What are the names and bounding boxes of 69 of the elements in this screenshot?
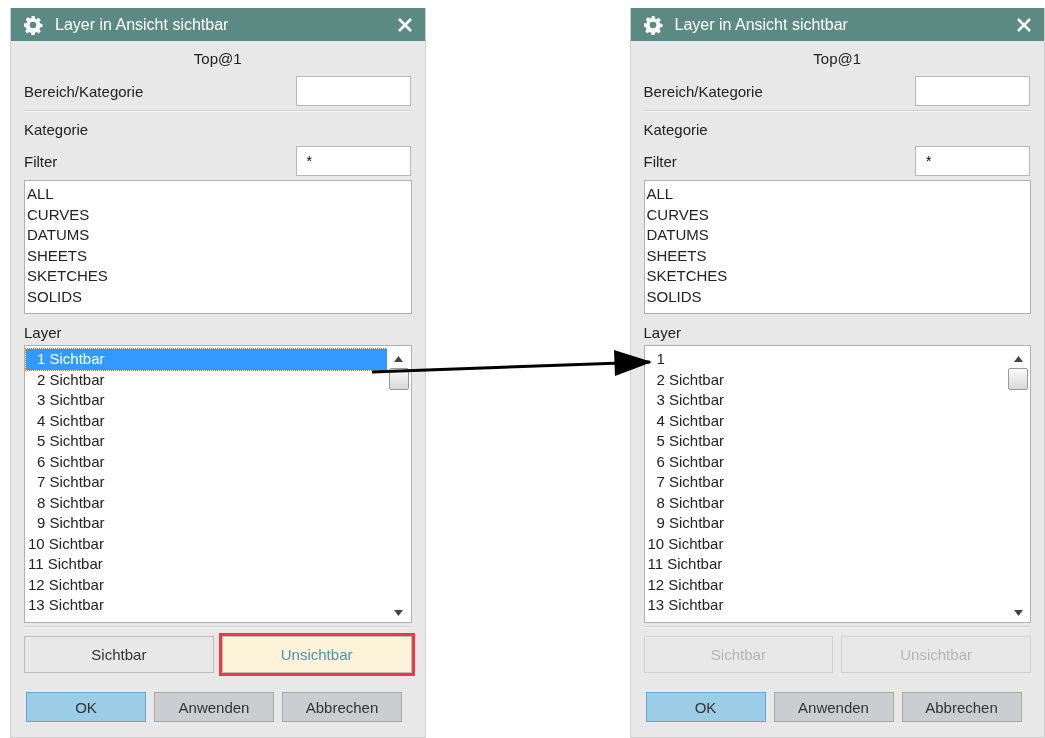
scroll-thumb[interactable]: [1008, 368, 1028, 390]
dialog-button[interactable]: Abbrechen: [282, 692, 402, 722]
list-item[interactable]: SHEETS: [25, 245, 411, 266]
list-item[interactable]: 7 Sichtbar: [645, 472, 1006, 493]
dialog-button[interactable]: Anwenden: [773, 692, 894, 722]
range-input[interactable]: [915, 76, 1030, 106]
list-item[interactable]: 9 Sichtbar: [645, 513, 1006, 534]
list-item[interactable]: 5 Sichtbar: [26, 431, 387, 452]
list-item[interactable]: 5 Sichtbar: [645, 431, 1006, 452]
section-label: Layer: [643, 323, 683, 343]
list-item[interactable]: SOLIDS: [25, 286, 411, 307]
field-label: Bereich/Kategorie: [24, 82, 144, 100]
scroll-up-icon[interactable]: [394, 356, 403, 362]
list-item[interactable]: 3 Sichtbar: [26, 390, 387, 411]
list-item[interactable]: SKETCHES: [25, 266, 411, 287]
list-item[interactable]: 10 Sichtbar: [645, 533, 1006, 554]
list-item[interactable]: 12 Sichtbar: [645, 574, 1006, 595]
list-item[interactable]: 7 Sichtbar: [26, 472, 387, 493]
list-item[interactable]: 13 Sichtbar: [26, 595, 387, 616]
scroll-up-icon[interactable]: [1013, 356, 1023, 362]
list-item[interactable]: SOLIDS: [644, 286, 1030, 307]
list-item[interactable]: SHEETS: [644, 245, 1030, 266]
gear-icon: [642, 14, 663, 35]
list-item[interactable]: 8 Sichtbar: [26, 492, 387, 513]
list-item[interactable]: CURVES: [25, 204, 411, 225]
list-item[interactable]: 12 Sichtbar: [26, 574, 387, 595]
list-item[interactable]: DATUMS: [644, 225, 1030, 246]
list-item[interactable]: 8 Sichtbar: [645, 492, 1006, 513]
window-title: Layer in Ansicht sichtbar: [55, 15, 230, 34]
list-item[interactable]: 4 Sichtbar: [26, 410, 387, 431]
list-item[interactable]: 6 Sichtbar: [645, 451, 1006, 472]
list-item[interactable]: DATUMS: [25, 225, 411, 246]
section-label: Kategorie: [24, 120, 90, 140]
view-name: Top@1: [812, 49, 863, 69]
list-item[interactable]: CURVES: [644, 204, 1030, 225]
list-item[interactable]: 11 Sichtbar: [645, 554, 1006, 575]
dialog-button[interactable]: Anwenden: [154, 692, 274, 722]
dialog-button[interactable]: Abbrechen: [901, 692, 1022, 722]
list-item[interactable]: 4 Sichtbar: [645, 410, 1006, 431]
close-icon[interactable]: [396, 16, 413, 33]
field-label: Filter: [643, 152, 677, 170]
action-button[interactable]: Sichtbar: [24, 636, 214, 673]
list-item[interactable]: 6 Sichtbar: [26, 451, 387, 472]
list-item[interactable]: 3 Sichtbar: [645, 390, 1006, 411]
list-item[interactable]: 2 Sichtbar: [26, 369, 387, 390]
view-name: Top@1: [192, 49, 243, 69]
filter-input[interactable]: *: [295, 146, 411, 176]
list-item[interactable]: 13 Sichtbar: [645, 595, 1006, 616]
section-label: Layer: [24, 323, 63, 343]
ok-button[interactable]: OK: [26, 692, 146, 722]
gear-icon: [23, 14, 43, 35]
window-title: Layer in Ansicht sichtbar: [674, 15, 849, 34]
close-icon[interactable]: [1016, 16, 1032, 33]
list-item[interactable]: SKETCHES: [644, 266, 1030, 287]
list-item[interactable]: ALL: [644, 184, 1030, 205]
range-input[interactable]: [295, 76, 411, 106]
list-item[interactable]: 1: [645, 349, 1006, 370]
ok-button[interactable]: OK: [645, 692, 766, 722]
field-label: Bereich/Kategorie: [643, 82, 763, 100]
field-label: Filter: [24, 152, 58, 170]
list-item[interactable]: 11 Sichtbar: [26, 554, 387, 575]
list-item[interactable]: 9 Sichtbar: [26, 513, 387, 534]
filter-input[interactable]: *: [915, 146, 1030, 176]
scroll-down-icon[interactable]: [1013, 610, 1023, 616]
scroll-down-icon[interactable]: [394, 610, 403, 616]
list-item[interactable]: 10 Sichtbar: [26, 533, 387, 554]
list-item[interactable]: 2 Sichtbar: [645, 369, 1006, 390]
list-item[interactable]: ALL: [25, 184, 411, 205]
section-label: Kategorie: [643, 120, 709, 140]
